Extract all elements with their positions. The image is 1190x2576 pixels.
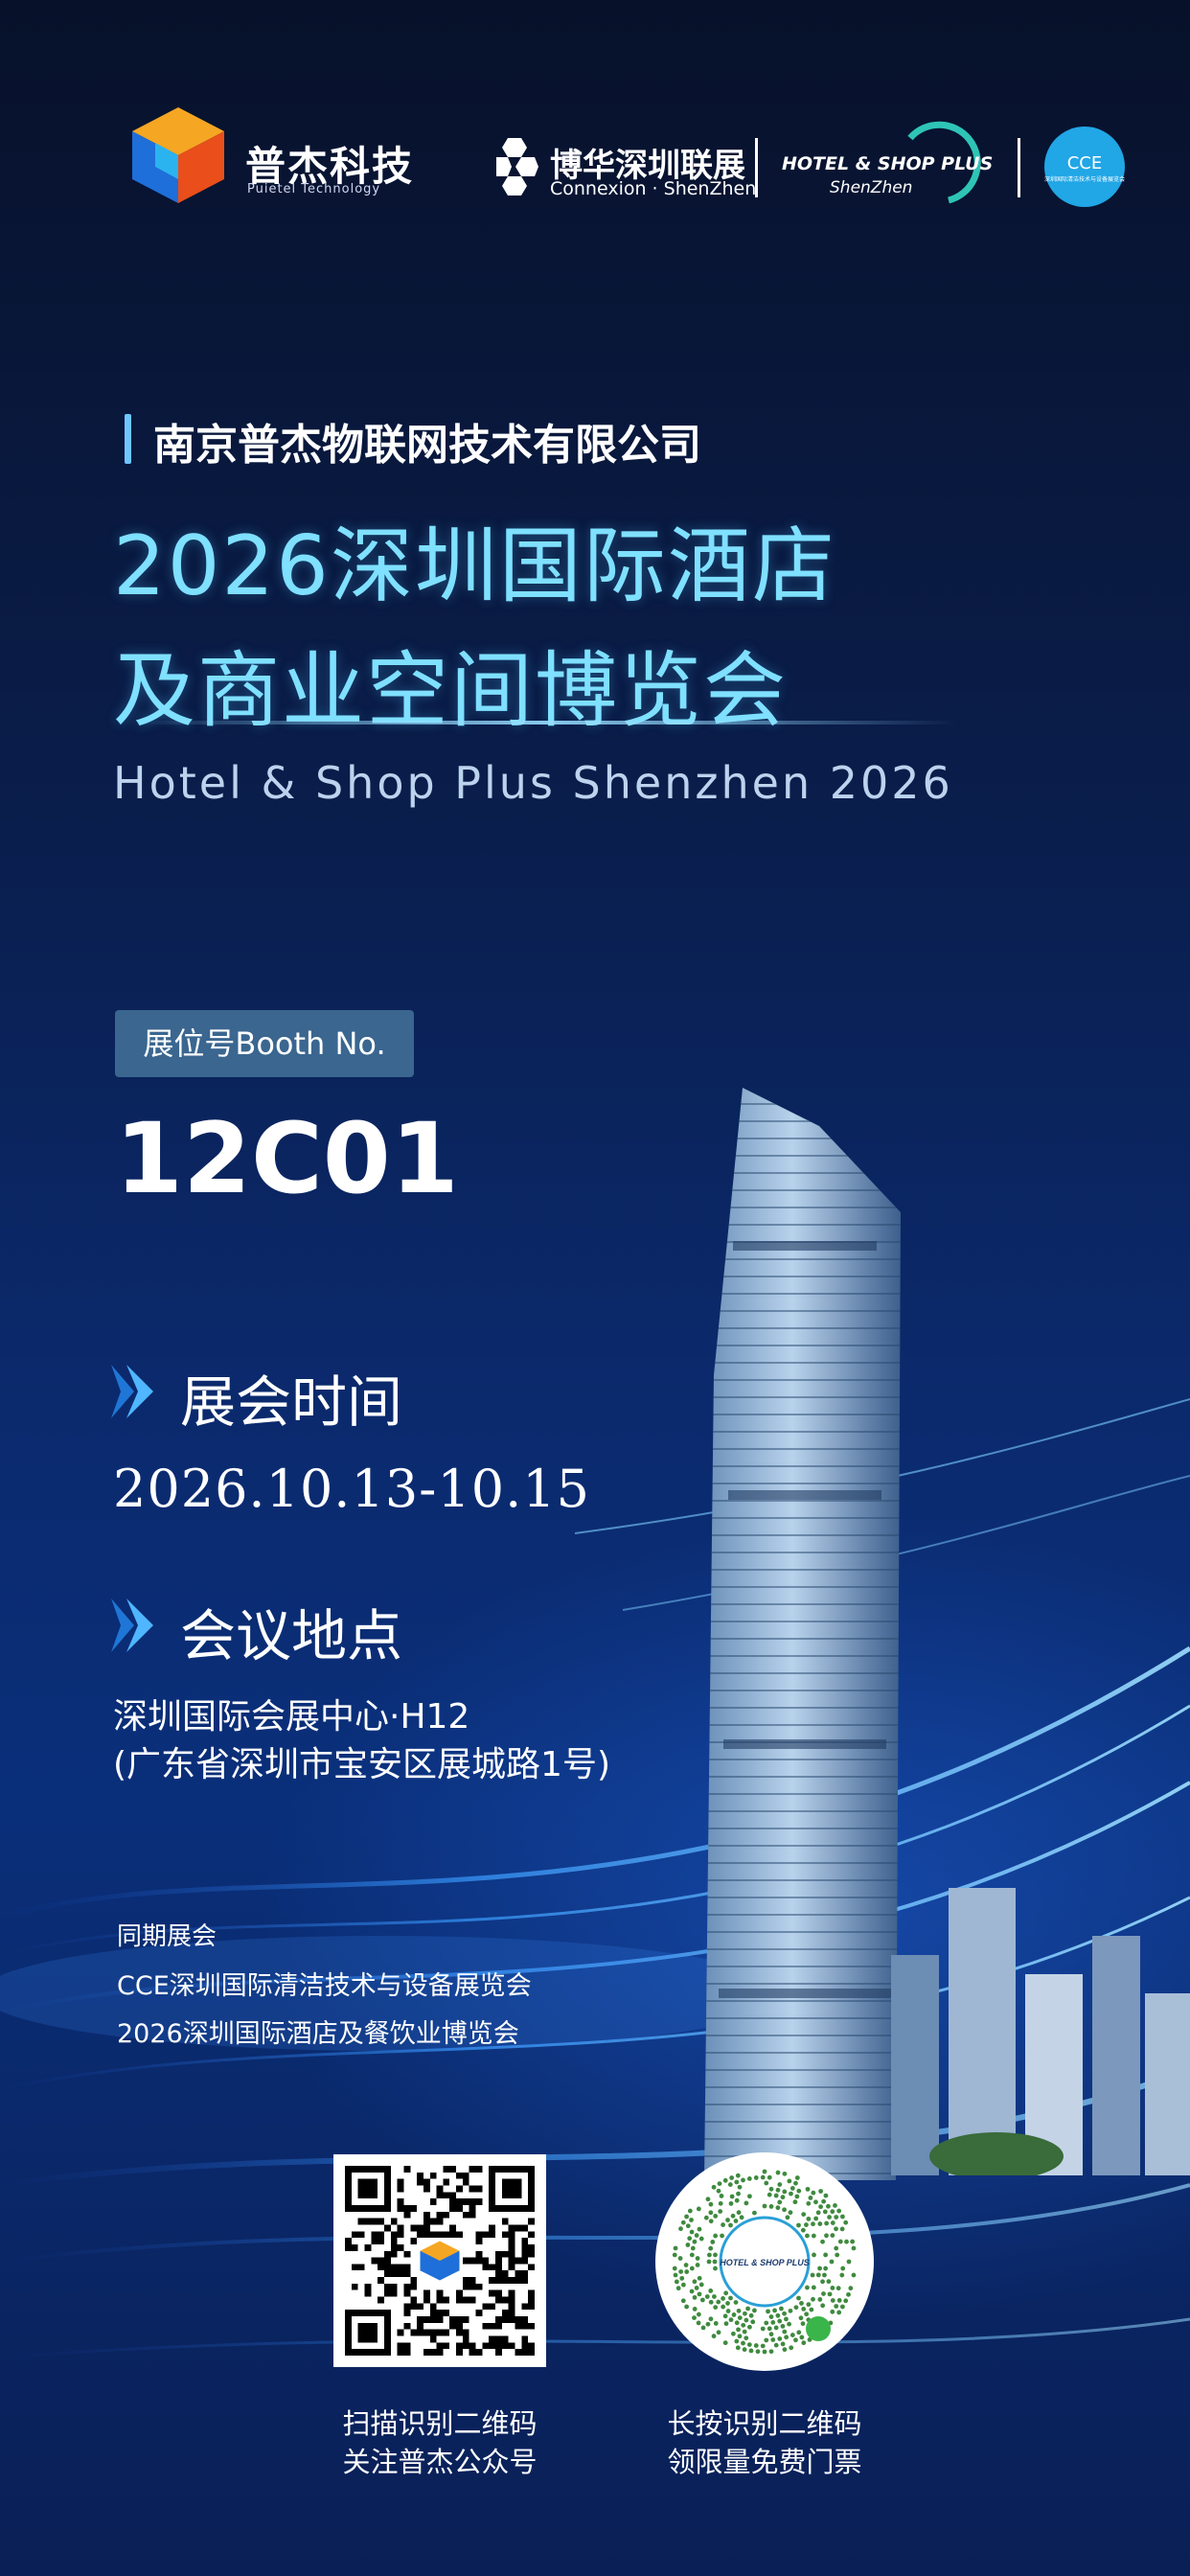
connexion-logo-subtitle: Connexion · ShenZhen [550, 178, 757, 199]
cce-logo: CCE 深圳国际清洁技术与设备展览会 [1044, 126, 1125, 207]
event-title-english: Hotel & Shop Plus Shenzhen 2026 [113, 757, 953, 809]
venue-name: 深圳国际会展中心·H12 [113, 1697, 470, 1736]
concurrent-event-item: CCE深圳国际清洁技术与设备展览会 [117, 1971, 532, 2001]
city-buildings-image [891, 1888, 1190, 2175]
chevron-right-icon [111, 1365, 153, 1418]
header-divider [1018, 138, 1020, 197]
venue-heading: 会议地点 [180, 1603, 403, 1668]
puiete-logo-subtitle: Puietel Technology [247, 182, 381, 196]
company-accent-bar [125, 414, 131, 464]
venue-address: (广东省深圳市宝安区展城路1号) [113, 1745, 610, 1784]
skyscraper-image [704, 1088, 901, 2180]
wechat-qr-code[interactable] [345, 2166, 535, 2356]
booth-number: 12C01 [115, 1102, 459, 1216]
concurrent-event-item: 2026深圳国际酒店及餐饮业博览会 [117, 2019, 519, 2049]
puiete-logo-icon [132, 107, 224, 203]
wechat-qr-caption: 关注普杰公众号 [342, 2446, 538, 2478]
schedule-heading: 展会时间 [180, 1369, 403, 1435]
booth-label: 展位号Booth No. [115, 1010, 414, 1077]
title-glow-line [134, 721, 958, 724]
hotel-shop-plus-city: ShenZhen [830, 178, 913, 197]
concurrent-events-title: 同期展会 [117, 1922, 217, 1951]
event-title-line-2: 及商业空间博览会 [113, 643, 788, 739]
company-name: 南京普杰物联网技术有限公司 [153, 421, 701, 470]
chevron-right-icon [111, 1598, 153, 1652]
mini-qr-caption: 长按识别二维码 [667, 2407, 862, 2440]
schedule-dates: 2026.10.13-10.15 [113, 1459, 591, 1519]
mini-qr-caption: 领限量免费门票 [667, 2446, 862, 2478]
event-title-line-1: 2026深圳国际酒店 [113, 518, 836, 614]
poster: 普杰科技 Puietel Technology 博华深圳联展 Connexion… [0, 0, 1190, 2576]
mini-program-qr-code[interactable]: HOTEL & SHOP PLUS [663, 2160, 866, 2363]
cce-logo-subtitle: 深圳国际清洁技术与设备展览会 [1044, 176, 1126, 183]
mini-program-icon [806, 2316, 831, 2341]
connexion-logo-icon [496, 138, 538, 196]
wechat-qr-caption: 扫描识别二维码 [342, 2407, 538, 2440]
cce-logo-text: CCE [1066, 153, 1103, 173]
hotel-shop-plus-logo: HOTEL & SHOP PLUS [782, 153, 994, 174]
header-divider [755, 138, 758, 197]
mini-qr-center-text: HOTEL & SHOP PLUS [720, 2258, 810, 2267]
